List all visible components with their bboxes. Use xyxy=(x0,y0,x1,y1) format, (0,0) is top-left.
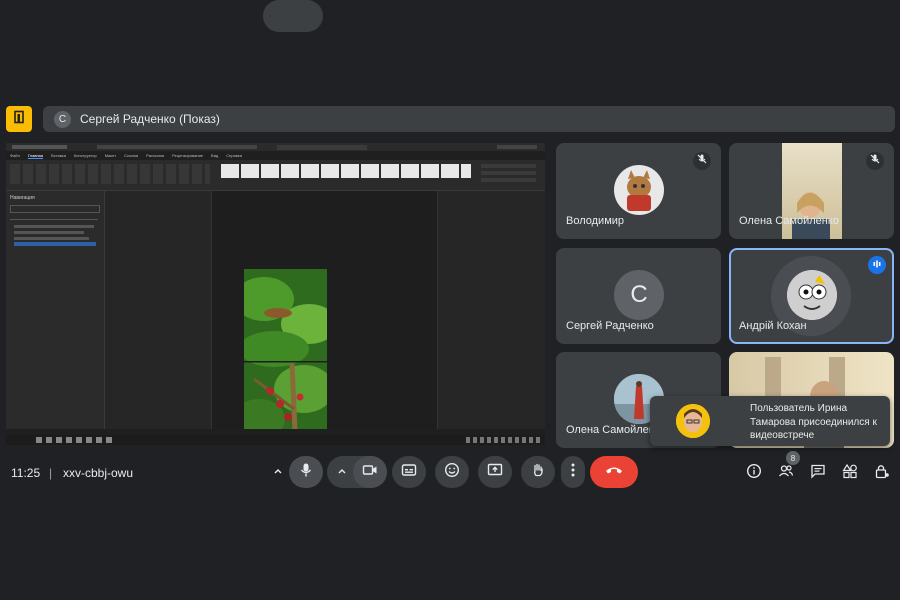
word-document-area: Навигация xyxy=(6,191,545,445)
participant-tile-active[interactable]: Андрій Кохан xyxy=(729,248,894,344)
info-icon xyxy=(746,463,762,484)
navigation-pane: Навигация xyxy=(6,191,105,431)
present-button[interactable] xyxy=(478,456,512,488)
mic-button[interactable] xyxy=(289,456,323,488)
door-icon xyxy=(12,110,26,129)
host-controls-button[interactable] xyxy=(871,462,893,484)
activities-icon xyxy=(842,463,858,484)
mic-off-icon xyxy=(869,152,881,170)
chevron-up-icon xyxy=(273,463,283,481)
ribbon-tab: Рецензирование xyxy=(172,153,204,158)
word-ribbon xyxy=(6,160,545,191)
nav-title: Навигация xyxy=(10,195,35,201)
emoji-icon xyxy=(444,462,460,483)
windows-taskbar xyxy=(6,435,545,445)
participant-tile[interactable]: С Сергей Радченко xyxy=(556,248,721,344)
present-icon xyxy=(487,462,503,483)
participant-name: Андрій Кохан xyxy=(739,320,807,332)
avatar xyxy=(614,165,664,215)
meeting-code: xxv-cbbj-owu xyxy=(63,466,134,480)
raise-hand-button[interactable] xyxy=(521,456,555,488)
ribbon-tab: Вставка xyxy=(51,153,66,158)
avatar xyxy=(787,270,837,320)
more-options-button[interactable] xyxy=(561,456,585,488)
camera-button[interactable] xyxy=(353,456,387,488)
hand-icon xyxy=(530,462,546,483)
ribbon-tab: Главная xyxy=(27,152,44,159)
shared-screen: Файл Главная Вставка Конструктор Макет С… xyxy=(6,143,545,445)
notification-text: Пользователь Ирина Тамарова присоединилс… xyxy=(750,403,877,441)
people-icon xyxy=(778,463,794,484)
ribbon-tab: Макет xyxy=(104,153,117,158)
chevron-up-icon xyxy=(337,463,347,481)
more-icon xyxy=(571,462,575,483)
speaking-indicator xyxy=(868,256,886,274)
ribbon-tab: Справка xyxy=(226,153,242,158)
participant-tile[interactable]: Олена Самойленко xyxy=(729,143,894,239)
speaking-icon xyxy=(872,256,882,274)
mic-icon xyxy=(298,462,314,483)
video-options-button[interactable] xyxy=(331,461,353,483)
reactions-button[interactable] xyxy=(435,456,469,488)
mic-off-indicator xyxy=(866,152,884,170)
join-notification[interactable]: Пользователь Ирина Тамарова присоединилс… xyxy=(650,396,890,446)
meeting-time: 11:25 xyxy=(11,466,41,480)
end-call-icon xyxy=(604,463,624,481)
ribbon-tab: Файл xyxy=(10,153,20,158)
avatar xyxy=(676,404,710,438)
captions-icon xyxy=(401,462,417,483)
document-photo xyxy=(244,269,327,445)
ribbon-tab: Рассылки xyxy=(146,153,165,158)
separator: | xyxy=(49,466,53,480)
people-button[interactable] xyxy=(775,462,797,484)
mic-control-group xyxy=(263,0,323,32)
ribbon-tab: Конструктор xyxy=(73,153,97,158)
camera-icon xyxy=(362,462,378,483)
meeting-details-button[interactable] xyxy=(743,462,765,484)
end-call-button[interactable] xyxy=(590,456,638,488)
ribbon-tab: Вид xyxy=(211,153,219,158)
mic-off-icon xyxy=(696,152,708,170)
activities-button[interactable] xyxy=(839,462,861,484)
participant-name: Сергей Радченко xyxy=(566,320,654,332)
participant-name: Олена Самойленко xyxy=(739,215,839,227)
presenter-label: Сергей Радченко (Показ) xyxy=(80,112,220,126)
ribbon-tab: Ссылки xyxy=(124,153,139,158)
participant-name: Володимир xyxy=(566,215,625,227)
host-controls-icon xyxy=(874,463,890,484)
audio-options-button[interactable] xyxy=(267,461,289,483)
participant-tile[interactable]: Володимир xyxy=(556,143,721,239)
chat-icon xyxy=(810,463,826,484)
chat-button[interactable] xyxy=(807,462,829,484)
mic-off-indicator xyxy=(693,152,711,170)
presenter-avatar: С xyxy=(54,110,71,128)
word-ribbon-tabs: Файл Главная Вставка Конструктор Макет С… xyxy=(6,151,545,160)
avatar: С xyxy=(614,270,664,320)
captions-button[interactable] xyxy=(392,456,426,488)
word-title-bar xyxy=(6,143,545,151)
leave-door-button[interactable] xyxy=(6,106,32,132)
presenter-banner: С Сергей Радченко (Показ) xyxy=(43,106,895,132)
